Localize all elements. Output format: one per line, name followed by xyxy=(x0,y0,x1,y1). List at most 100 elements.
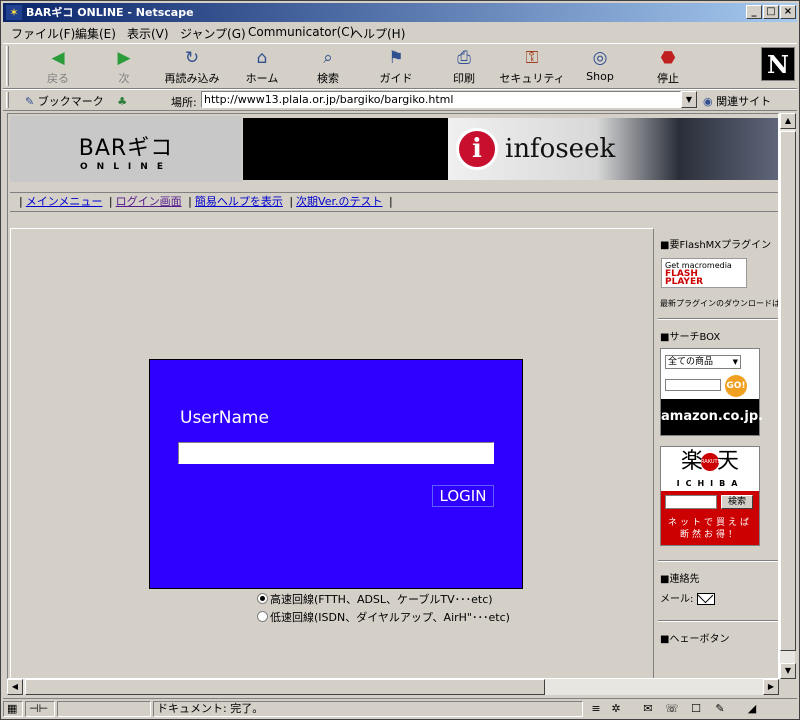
shop-icon: ◎ xyxy=(592,48,608,68)
title-bar: ✶ BARギコ ONLINE - Netscape _ □ × xyxy=(3,3,797,22)
location-grip[interactable] xyxy=(6,92,9,108)
radio-selected-icon[interactable] xyxy=(257,593,268,604)
sidebar-divider xyxy=(658,318,778,320)
menu-file[interactable]: ファイル(F) xyxy=(11,25,75,42)
scroll-left-icon[interactable]: ◀ xyxy=(7,679,23,695)
composer-icon[interactable]: ✎ xyxy=(711,702,729,716)
amazon-select-value: 全ての商品 xyxy=(668,357,714,367)
home-button[interactable]: ⌂ ホーム xyxy=(229,48,295,88)
home-icon: ⌂ xyxy=(256,48,268,68)
status-text: ドキュメント: 完了。 xyxy=(153,701,583,717)
discussion-icon[interactable]: ☏ xyxy=(663,702,681,716)
scroll-down-icon[interactable]: ▼ xyxy=(780,663,796,679)
site-logo[interactable]: BARギコ ONLINE xyxy=(10,116,242,182)
nav-login-screen[interactable]: ログイン画面 xyxy=(116,195,182,208)
flash-note: 最新プラグインのダウンロードは xyxy=(660,299,779,308)
netscape-app-icon[interactable]: ✶ xyxy=(6,5,22,20)
radio-slow-connection[interactable]: 低速回線(ISDN、ダイヤルアップ、AirH"･･･etc) xyxy=(257,609,510,627)
nav-quick-help[interactable]: 簡易ヘルプを表示 xyxy=(195,195,283,208)
stop-icon: ⬣ xyxy=(660,48,676,68)
horizontal-scroll-thumb[interactable] xyxy=(25,679,545,695)
connection-options: 高速回線(FTTH、ADSL、ケーブルTV･･･etc) 低速回線(ISDN、ダ… xyxy=(257,591,510,627)
print-label: 印刷 xyxy=(453,72,475,85)
menu-communicator[interactable]: Communicator(C) xyxy=(248,25,354,39)
menu-go[interactable]: ジャンプ(G) xyxy=(180,25,246,42)
address-book-icon[interactable]: ☐ xyxy=(687,702,705,716)
logo-main-text: BARギコ xyxy=(78,136,174,161)
related-label: 関連サイト xyxy=(716,95,772,108)
netscape-logo[interactable]: N xyxy=(761,47,795,81)
rakuten-search-input[interactable] xyxy=(665,495,717,509)
menu-view[interactable]: 表示(V) xyxy=(127,25,169,42)
search-button[interactable]: ⌕ 検索 xyxy=(295,48,361,88)
amazon-category-select[interactable]: 全ての商品 ▼ xyxy=(665,355,741,369)
maximize-button[interactable]: □ xyxy=(763,5,779,19)
scroll-right-icon[interactable]: ▶ xyxy=(763,679,779,695)
infoseek-logo-icon: i xyxy=(456,128,498,170)
back-button[interactable]: ◀ 戻る xyxy=(25,48,91,88)
navigator-icon[interactable]: ✲ xyxy=(607,702,625,716)
rakuten-tagline-line1: ネットで買えば xyxy=(667,518,752,528)
site-nav: | メインメニュー | ログイン画面 | 簡易ヘルプを表示 | 次期Ver.のテスト | xyxy=(10,192,778,212)
amazon-logo[interactable]: amazon.co.jp. xyxy=(661,399,763,435)
security-lock-icon[interactable]: ▦ xyxy=(3,701,23,717)
slow-connection-label: 低速回線(ISDN、ダイヤルアップ、AirH"･･･etc) xyxy=(270,611,510,624)
scroll-up-icon[interactable]: ▲ xyxy=(780,113,796,129)
radio-fast-connection[interactable]: 高速回線(FTTH、ADSL、ケーブルTV･･･etc) xyxy=(257,591,510,609)
guide-button[interactable]: ⚑ ガイド xyxy=(363,48,429,88)
security-label: セキュリティ xyxy=(499,72,565,85)
forward-arrow-icon: ▶ xyxy=(117,48,131,68)
shop-button[interactable]: ◎ Shop xyxy=(567,48,633,88)
radio-unselected-icon[interactable] xyxy=(257,611,268,622)
stop-label: 停止 xyxy=(657,72,679,85)
amazon-search-input[interactable] xyxy=(665,379,721,391)
infoseek-brand: infoseek xyxy=(505,134,616,164)
vertical-scrollbar[interactable]: ▲ ▼ xyxy=(779,113,796,679)
back-arrow-icon: ◀ xyxy=(51,48,65,68)
location-label: 場所: xyxy=(171,96,197,109)
reload-button[interactable]: ↻ 再読み込み xyxy=(159,48,225,88)
rakuten-tagline: ネットで買えば 断然お得！ xyxy=(661,517,759,541)
chevron-down-icon: ▼ xyxy=(732,358,738,366)
horizontal-scrollbar[interactable]: ◀ ▶ xyxy=(7,679,779,695)
sidebar-divider xyxy=(658,620,778,622)
menu-edit[interactable]: 編集(E) xyxy=(75,25,116,42)
lock-icon: ⚿ xyxy=(525,48,539,68)
nav-next-version[interactable]: 次期Ver.のテスト xyxy=(296,195,382,208)
bookmarks-button[interactable]: ✎ ブックマーク ♣ xyxy=(25,93,127,109)
mail-icon[interactable] xyxy=(696,593,715,605)
forward-label: 次 xyxy=(118,72,130,85)
toolbar-grip[interactable] xyxy=(6,46,9,86)
url-field[interactable]: http://www13.plala.or.jp/bargiko/bargiko… xyxy=(201,91,681,108)
guide-label: ガイド xyxy=(379,72,413,85)
online-status-icon[interactable]: ⊣⊢ xyxy=(25,701,55,717)
rakuten-search-button[interactable]: 検索 xyxy=(721,495,753,509)
related-icon: ◉ xyxy=(703,95,713,108)
login-button[interactable]: LOGIN xyxy=(432,485,494,507)
print-button[interactable]: ⎙ 印刷 xyxy=(431,48,497,88)
related-sites-button[interactable]: ◉ 関連サイト xyxy=(703,93,771,109)
login-panel: UserName LOGIN xyxy=(149,359,523,589)
stop-button[interactable]: ⬣ 停止 xyxy=(635,48,701,88)
vertical-scroll-thumb[interactable] xyxy=(780,131,796,651)
flash-player-badge[interactable]: Get macromedia FLASH PLAYER xyxy=(661,258,747,288)
amazon-go-button[interactable]: GO! xyxy=(725,375,747,397)
hey-button-heading: ■ヘェーボタン xyxy=(660,634,730,645)
infoseek-banner[interactable]: i infoseek xyxy=(243,118,778,180)
mail-tray-icon[interactable]: ✉ xyxy=(639,702,657,716)
url-dropdown-icon[interactable]: ▼ xyxy=(681,91,697,108)
minimize-button[interactable]: _ xyxy=(746,5,762,19)
bookmarks-label: ブックマーク xyxy=(37,95,104,108)
security-button[interactable]: ⚿ セキュリティ xyxy=(499,48,565,88)
bookmark-icon: ✎ xyxy=(25,95,35,108)
main-frame: UserName LOGIN 高速回線(FTTH、ADSL、ケーブルTV･･･e… xyxy=(10,228,654,678)
close-button[interactable]: × xyxy=(780,5,796,19)
nav-main-menu[interactable]: メインメニュー xyxy=(26,195,103,208)
menu-help[interactable]: ヘルプ(H) xyxy=(351,25,405,42)
resize-grip-icon[interactable]: ◢ xyxy=(743,702,761,716)
flash-badge-line3: PLAYER xyxy=(665,277,704,287)
forward-button[interactable]: ▶ 次 xyxy=(91,48,157,88)
back-label: 戻る xyxy=(47,72,69,85)
status-bar: ▦ ⊣⊢ ドキュメント: 完了。 ≡ ✲ ✉ ☏ ☐ ✎ ◢ xyxy=(3,698,797,718)
username-input[interactable] xyxy=(178,442,494,464)
